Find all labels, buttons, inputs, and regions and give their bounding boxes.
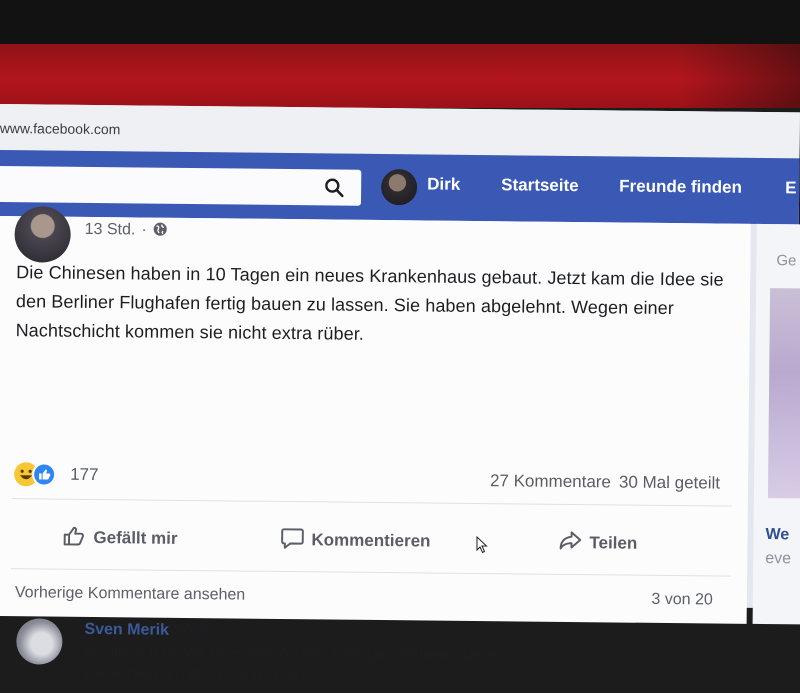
comment-text-line: Sorry. [173, 622, 215, 639]
nav-user-name[interactable]: Dirk [427, 174, 460, 194]
comment-label: Kommentieren [311, 530, 430, 550]
meta-separator: · [141, 221, 147, 238]
globe-icon [153, 222, 168, 237]
post-text: Die Chinesen haben in 10 Tagen ein neues… [15, 258, 736, 353]
comment-button[interactable]: Kommentieren [279, 525, 430, 553]
like-button[interactable]: Gefällt mir [61, 523, 177, 550]
nav-startseite[interactable]: Startseite [501, 175, 579, 196]
facebook-navbar: Dirk Startseite Freunde finden E [0, 150, 799, 224]
sidebar-promo-title[interactable]: We [765, 526, 789, 544]
search-icon[interactable] [323, 176, 345, 198]
divider [12, 498, 732, 507]
post-meta: 13 Std. · [85, 221, 168, 240]
monitor-bezel [0, 0, 800, 44]
search-input[interactable] [0, 166, 361, 206]
divider [11, 568, 731, 577]
post-timestamp[interactable]: 13 Std. [85, 221, 136, 239]
sidebar-promo-image[interactable] [768, 288, 800, 498]
share-button[interactable]: Teilen [557, 528, 637, 555]
post-actions: Gefällt mir Kommentieren Teilen [0, 516, 748, 564]
comment-bubble-icon [279, 525, 305, 551]
previous-comments-link[interactable]: Vorherige Kommentare ansehen [15, 584, 246, 604]
mouse-cursor-icon [476, 536, 488, 554]
comments-count-link[interactable]: 27 Kommentare [490, 471, 611, 491]
thumbs-up-icon [61, 523, 87, 549]
right-sidebar: Ge We eve [753, 224, 800, 625]
sidebar-section-label: Ge [776, 252, 796, 269]
engagement-counts: 27 Kommentare 30 Mal geteilt [490, 471, 720, 493]
sidebar-promo-subtitle: eve [765, 550, 791, 568]
comment-item: Sven Merik Sorry. Ich finde das war eine… [84, 619, 705, 691]
nav-freunde-finden[interactable]: Freunde finden [619, 176, 742, 197]
user-avatar[interactable] [381, 169, 417, 205]
comment-author-avatar[interactable] [16, 618, 62, 664]
reaction-count[interactable]: 177 [70, 465, 99, 485]
post-card: 13 Std. · Die Chinesen haben in 10 Tagen … [0, 216, 751, 624]
share-arrow-icon [557, 528, 583, 554]
like-label: Gefällt mir [93, 528, 177, 548]
background-red-banner [0, 44, 800, 108]
browser-window: www.facebook.com Dirk Startseite Freunde… [0, 104, 800, 608]
comments-pager: 3 von 20 [651, 591, 713, 610]
url-text[interactable]: www.facebook.com [0, 120, 120, 137]
post-author-avatar[interactable] [14, 206, 71, 263]
share-label: Teilen [589, 533, 637, 553]
background-shadow [680, 44, 800, 108]
comment-author-name[interactable]: Sven Merik [84, 621, 169, 639]
like-reaction-icon [32, 462, 56, 486]
nav-more-item[interactable]: E [785, 178, 797, 198]
shares-count-link[interactable]: 30 Mal geteilt [619, 473, 720, 493]
